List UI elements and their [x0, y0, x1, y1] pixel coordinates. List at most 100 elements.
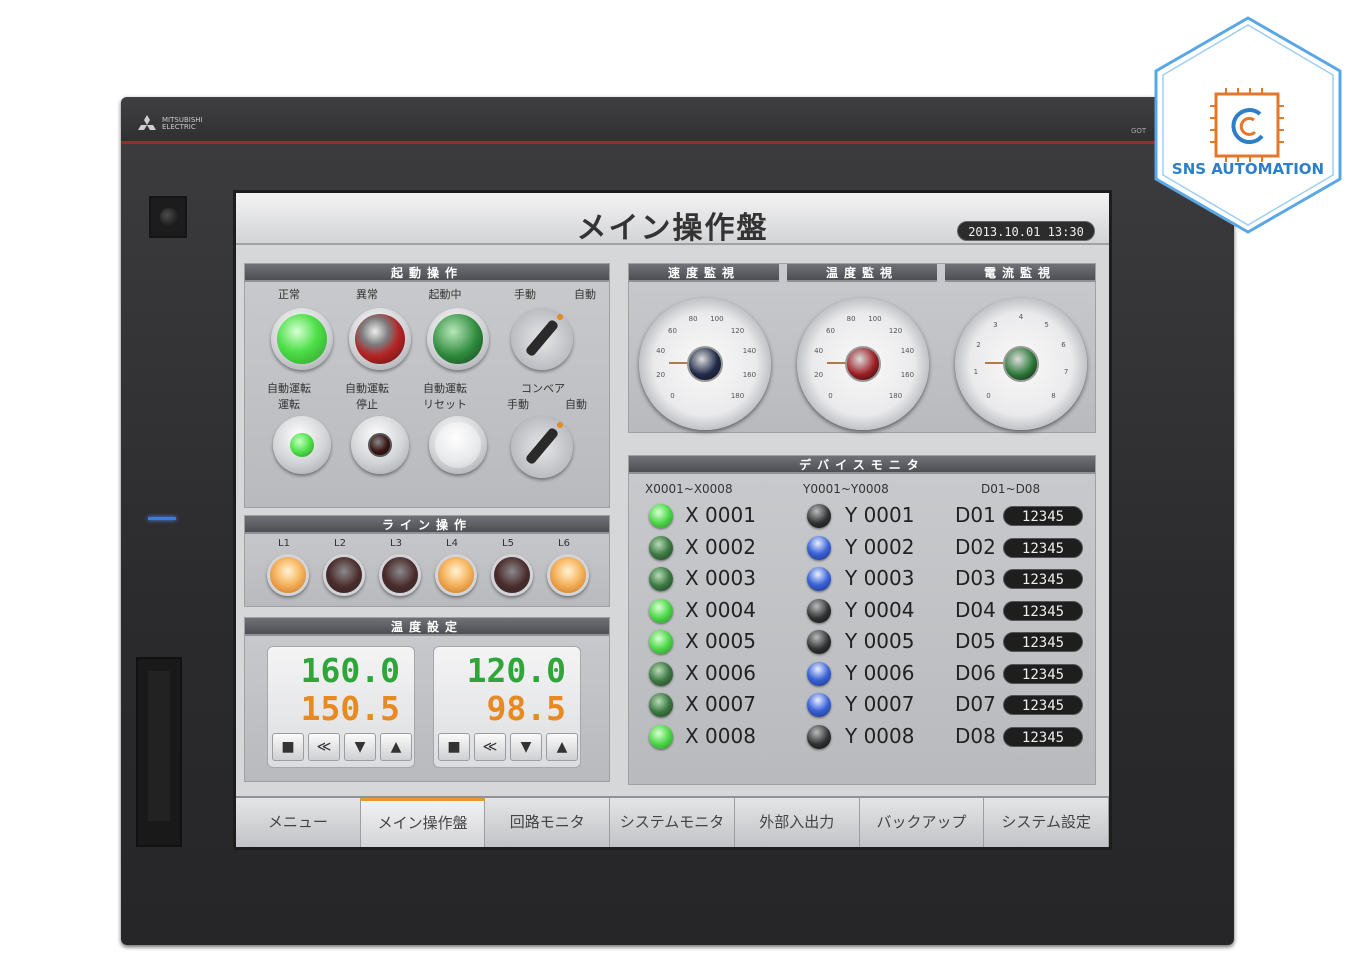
up-button-1[interactable]: ▲ [546, 733, 578, 761]
start-label-3: 手動 [514, 288, 536, 301]
gauge-hub-icon-2 [1003, 346, 1039, 382]
temp-buttons-0: ■ ≪ ▼ ▲ [272, 733, 412, 761]
x-lamp-8 [649, 724, 673, 749]
gauge-header-1: 温度監視 [787, 264, 937, 282]
gauge-tick-0-0: 0 [670, 391, 675, 400]
device-col-header-2: D01~D08 [981, 482, 1041, 496]
d-label-7: D07 [955, 692, 996, 716]
gauge-hub-icon-1 [845, 346, 881, 382]
auto-label-2-a: 自動運転 [423, 382, 467, 395]
x-lamp-3 [649, 567, 673, 591]
actual-value-1: 98.5 [486, 689, 566, 728]
fast-rewind-button-1[interactable]: ≪ [474, 733, 506, 761]
line-operation-header: ライン操作 [245, 516, 609, 534]
stop-button-1[interactable]: ■ [438, 733, 470, 761]
mitsubishi-logo-icon [138, 115, 156, 130]
lamp-ring-1 [349, 308, 411, 370]
gauge-header-0: 速度監視 [629, 264, 779, 282]
tab-1[interactable]: メイン操作盤 [360, 798, 486, 847]
d-label-5: D05 [955, 629, 996, 653]
x-label-5: X 0005 [685, 629, 756, 653]
y-label-8: Y 0008 [845, 723, 915, 748]
datetime-display: 2013.10.01 13:30 [957, 221, 1095, 241]
tab-2[interactable]: 回路モニタ [485, 798, 611, 847]
sns-text: SNS AUTOMATION [1172, 160, 1324, 178]
gauge-panel: 速度監視 0 20 40 60 80 100 120 140 160 180 温度監視 0 20 40 60 8… [628, 263, 1096, 433]
line-label-L4: L4 [446, 538, 458, 549]
d-value-4: 12345 [1003, 600, 1083, 621]
line-button-L1[interactable] [267, 554, 309, 596]
usb-slot-cover[interactable] [136, 657, 182, 847]
tab-0[interactable]: メニュー [236, 798, 361, 847]
d-value-5: 12345 [1003, 632, 1083, 652]
auto-run-lamp-icon [290, 433, 314, 457]
gauge-tick-0-2: 40 [656, 347, 666, 356]
conveyor-label-0: 手動 [507, 398, 529, 411]
gauge-tick-0-8: 160 [742, 370, 757, 379]
manual-auto-selector-switch[interactable] [511, 308, 573, 370]
y-label-1: Y 0001 [845, 503, 915, 527]
d-label-1: D01 [955, 503, 996, 527]
auto-reset-button[interactable] [429, 416, 487, 474]
selector-handle-icon [524, 318, 560, 358]
x-label-4: X 0004 [685, 597, 756, 622]
line-button-L4[interactable] [435, 554, 477, 596]
gauge-tick-1-2: 40 [814, 347, 824, 356]
gauge-tick-2-2: 2 [976, 341, 981, 350]
y-label-5: Y 0005 [845, 629, 915, 653]
tab-3[interactable]: システムモニタ [610, 798, 735, 847]
gauge-tick-1-4: 80 [846, 314, 856, 323]
bottom-tab-bar: メニュー メイン操作盤 回路モニタ システムモニタ 外部入出力 バックアップ システム設定 [236, 796, 1110, 847]
gauge-tick-0-7: 140 [742, 347, 757, 356]
hmi-bezel: MITSUBISHI ELECTRIC GOT メイン操作盤 2013.10.0… [121, 97, 1234, 945]
temp-unit-1: 120.0 98.5 ■ ≪ ▼ ▲ [433, 646, 581, 768]
conveyor-indicator-icon [557, 422, 563, 428]
d-value-7: 12345 [1003, 695, 1083, 715]
camera-sensor-icon [149, 196, 187, 238]
start-label-2: 起動中 [428, 288, 462, 301]
title-bar: メイン操作盤 2013.10.01 13:30 [236, 193, 1109, 246]
line-button-L5[interactable] [491, 554, 533, 596]
down-button-1[interactable]: ▼ [510, 733, 542, 761]
gauge-tick-0-3: 60 [668, 326, 677, 335]
line-button-L2[interactable] [323, 554, 365, 596]
hmi-screen: メイン操作盤 2013.10.01 13:30 起動操作 正常 異常 起動中 手動 自動… [233, 190, 1112, 850]
auto-reset-face-icon [435, 422, 481, 468]
gauge-tick-0-4: 80 [688, 314, 698, 323]
x-label-1: X 0001 [685, 503, 756, 527]
brand-text: MITSUBISHI ELECTRIC [162, 117, 232, 131]
tab-5[interactable]: バックアップ [859, 798, 985, 847]
auto-stop-button[interactable] [351, 416, 409, 474]
up-button-0[interactable]: ▲ [380, 733, 412, 761]
line-label-L3: L3 [390, 538, 402, 549]
setpoint-value-1: 120.0 [466, 651, 566, 690]
y-lamp-6 [807, 661, 831, 686]
start-operation-panel: 起動操作 正常 異常 起動中 手動 自動 自動運転 運転 自動運転 停止 自動運転 リセット コンベア… [244, 263, 610, 508]
line-button-L3[interactable] [379, 554, 421, 596]
down-button-0[interactable]: ▼ [344, 733, 376, 761]
fast-rewind-button-0[interactable]: ≪ [308, 733, 340, 761]
stop-button-0[interactable]: ■ [272, 733, 304, 761]
d-value-6: 12345 [1003, 663, 1083, 684]
conveyor-label-1: 自動 [565, 398, 587, 411]
start-label-4: 自動 [574, 288, 596, 301]
device-monitor-header: デバイスモニタ [629, 456, 1095, 474]
conveyor-selector-switch[interactable] [511, 416, 573, 478]
brand-logo: MITSUBISHI ELECTRIC [137, 115, 232, 133]
x-lamp-1 [649, 504, 673, 528]
line-button-L6[interactable] [547, 554, 589, 596]
sns-automation-logo-icon: SNS AUTOMATION [1154, 16, 1342, 234]
tab-4[interactable]: 外部入出力 [734, 798, 860, 847]
x-lamp-5 [649, 630, 673, 654]
x-label-3: X 0003 [685, 566, 756, 590]
y-label-2: Y 0002 [845, 534, 915, 559]
start-label-1: 異常 [356, 288, 378, 301]
auto-run-button[interactable] [273, 416, 331, 474]
gauge-tick-1-3: 60 [826, 326, 835, 335]
tab-6[interactable]: システム設定 [984, 798, 1110, 847]
d-value-3: 12345 [1003, 569, 1083, 589]
auto-label-0-b: 運転 [278, 398, 300, 411]
lamp-ring-0 [271, 308, 333, 370]
auto-stop-lamp-icon [368, 433, 392, 457]
lamp-running-icon [433, 314, 483, 364]
